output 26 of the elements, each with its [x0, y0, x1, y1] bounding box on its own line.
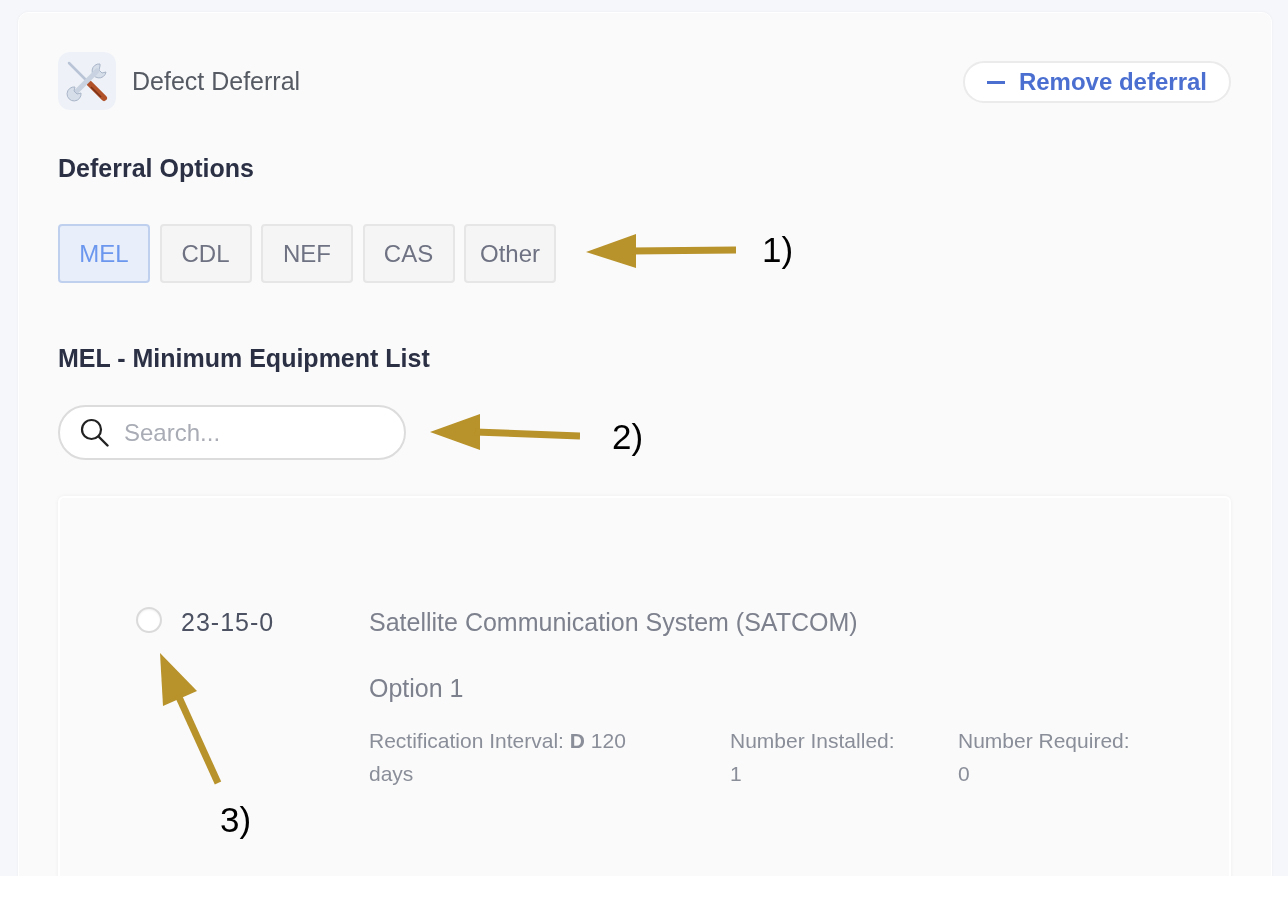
option-label: Option 1	[369, 673, 464, 703]
search-icon	[80, 418, 109, 447]
wrench-screwdriver-icon	[58, 52, 116, 110]
remove-deferral-button[interactable]: Remove deferral	[962, 61, 1231, 103]
detail-text: Number Installed: 1	[730, 728, 896, 787]
annotation-label: 1)	[762, 230, 794, 270]
deferral-tab[interactable]: Other	[464, 224, 556, 283]
panel-title: Defect Deferral	[132, 66, 301, 96]
radio-button[interactable]	[136, 607, 162, 633]
section-heading: Deferral Options	[58, 153, 254, 183]
item-code: 23-15-0	[181, 607, 275, 637]
deferral-tab[interactable]: CAS	[362, 224, 455, 283]
minus-icon	[986, 80, 1005, 84]
item-title: Satellite Communication System (SATCOM)	[369, 607, 858, 637]
detail-text: Rectification Interval: D 120 days	[369, 728, 627, 787]
deferral-tab[interactable]: NEF	[261, 224, 353, 283]
annotation-label: 3)	[220, 800, 252, 840]
arrow-icon	[158, 651, 222, 785]
arrow-icon	[586, 232, 736, 270]
search-field[interactable]: Search...	[58, 405, 406, 460]
section-heading: MEL - Minimum Equipment List	[58, 343, 430, 373]
detail-text: Number Required: 0	[958, 728, 1131, 787]
arrow-icon	[430, 414, 580, 452]
deferral-tab[interactable]: CDL	[159, 224, 252, 283]
deferral-tab[interactable]: MEL	[58, 224, 150, 283]
annotation-label: 2)	[612, 417, 644, 457]
